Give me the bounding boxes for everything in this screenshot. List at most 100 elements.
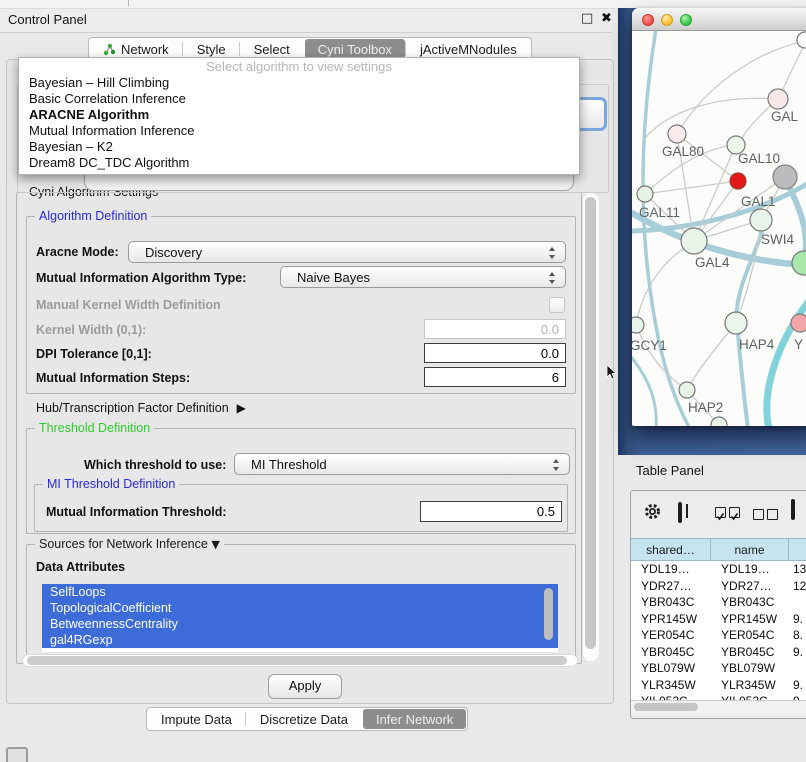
mi-steps-field[interactable]: 6: [424, 367, 566, 387]
table-row[interactable]: YER054CYER054C8.: [631, 627, 806, 644]
zoom-traffic-light-icon[interactable]: [680, 14, 692, 26]
table-column-header[interactable]: name: [711, 538, 789, 561]
apply-button[interactable]: Apply: [268, 674, 342, 699]
tab-select[interactable]: Select: [241, 39, 303, 59]
tab-network[interactable]: Network: [90, 39, 182, 59]
table-row[interactable]: YDR27…YDR27…12: [631, 578, 806, 595]
network-node-y[interactable]: [791, 314, 806, 332]
table-column-header[interactable]: [789, 538, 806, 561]
network-node-gal4[interactable]: [681, 228, 707, 254]
network-node-gcy1[interactable]: [632, 317, 644, 333]
table-cell: 8.: [789, 627, 806, 644]
manual-kernel-width-checkbox[interactable]: [549, 297, 565, 313]
hub-definition-label: Hub/Transcription Factor Definition: [36, 401, 229, 415]
aracne-mode-label: Aracne Mode:: [36, 245, 119, 259]
data-attributes-list[interactable]: SelfLoopsTopologicalCoefficientBetweenne…: [42, 584, 558, 652]
tab-style[interactable]: Style: [184, 39, 239, 59]
table-header-row: shared…name: [631, 538, 806, 561]
table-column-header[interactable]: shared…: [631, 538, 711, 561]
vertical-scroll-thumb[interactable]: [585, 197, 596, 649]
table-row[interactable]: YDL19…YDL19…13: [631, 561, 806, 578]
table-row[interactable]: YBR045CYBR045C9.: [631, 644, 806, 661]
table-cell: YDR27…: [711, 578, 789, 595]
dropdown-item-mutual-information-inference[interactable]: Mutual Information Inference: [19, 123, 579, 139]
network-node-hap2[interactable]: [679, 382, 695, 398]
network-node-gal1[interactable]: [750, 209, 772, 231]
node-label-gal80: GAL80: [662, 144, 704, 159]
network-edge[interactable]: [636, 245, 690, 325]
horizontal-scroll-thumb[interactable]: [27, 656, 567, 665]
network-window-titlebar[interactable]: [632, 8, 806, 31]
network-node-gal80[interactable]: [668, 125, 686, 143]
file-icon[interactable]: [791, 501, 795, 519]
network-edge[interactable]: [632, 353, 656, 426]
tab-discretize-data[interactable]: Discretize Data: [247, 709, 361, 729]
dropdown-item-bayesian-k2[interactable]: Bayesian – K2: [19, 139, 579, 155]
dropdown-item-basic-correlation-inference[interactable]: Basic Correlation Inference: [19, 91, 579, 107]
close-traffic-light-icon[interactable]: [642, 14, 654, 26]
tab-jactivemnodules[interactable]: jActiveMNodules: [407, 39, 530, 59]
dropdown-item-bayesian-hill-climbing[interactable]: Bayesian – Hill Climbing: [19, 75, 579, 91]
dpi-tolerance-field[interactable]: 0.0: [424, 343, 566, 363]
close-panel-icon[interactable]: ✖: [601, 11, 612, 26]
aracne-mode-combobox[interactable]: Discovery: [128, 241, 566, 263]
network-view-window[interactable]: GALGAL80GAL10GAL1GAL11GAL4SWI4GCY1HAP4YH…: [632, 8, 806, 426]
dropdown-item-aracne-algorithm[interactable]: ARACNE Algorithm: [19, 107, 579, 123]
select-all-checkboxes-icon[interactable]: [715, 507, 743, 526]
table-cell: YBR043C: [711, 594, 789, 611]
kernel-width-field[interactable]: 0.0: [424, 319, 566, 339]
table-cell: 12: [789, 578, 806, 595]
minimized-panel-icon[interactable]: [6, 747, 28, 762]
table-row[interactable]: YBR043CYBR043C: [631, 594, 806, 611]
mi-threshold-field[interactable]: 0.5: [420, 501, 562, 522]
table-row[interactable]: YPR145WYPR145W9.: [631, 611, 806, 628]
network-node-gal[interactable]: [768, 89, 788, 109]
mi-algorithm-type-label: Mutual Information Algorithm Type:: [36, 271, 246, 285]
mi-threshold-definition-title: MI Threshold Definition: [43, 477, 179, 491]
list-vertical-scrollbar[interactable]: [544, 588, 553, 640]
table-cell: YLR345W: [711, 677, 789, 694]
table-cell: YDL19…: [631, 561, 711, 578]
minimize-traffic-light-icon[interactable]: [661, 14, 673, 26]
table-hscroll-thumb[interactable]: [634, 703, 698, 711]
table-row[interactable]: YBL079WYBL079W: [631, 660, 806, 677]
attribute-item-topologicalcoefficient[interactable]: TopologicalCoefficient: [42, 600, 558, 616]
network-node-gal11[interactable]: [637, 186, 653, 202]
network-edge[interactable]: [687, 323, 736, 390]
table-horizontal-scrollbar[interactable]: [631, 700, 806, 714]
table-cell: [789, 660, 806, 677]
table-row[interactable]: YLR345WYLR345W9.: [631, 677, 806, 694]
settings-vertical-scrollbar[interactable]: [582, 193, 599, 661]
dropdown-item-dream8-dc-tdc-algorithm[interactable]: Dream8 DC_TDC Algorithm: [19, 155, 579, 171]
columns-icon[interactable]: [678, 504, 682, 522]
network-canvas[interactable]: GALGAL80GAL10GAL1GAL11GAL4SWI4GCY1HAP4YH…: [632, 31, 806, 426]
spinner-arrows-icon: [553, 458, 560, 472]
application-root: Control Panel □ ✖ NetworkStyleSelectCyni…: [0, 0, 806, 762]
algorithm-definition-title: Algorithm Definition: [35, 209, 151, 223]
attribute-item-betweennesscentrality[interactable]: BetweennessCentrality: [42, 616, 558, 632]
mi-algorithm-type-combobox[interactable]: Naive Bayes: [280, 266, 566, 288]
network-node-hap4[interactable]: [725, 312, 747, 334]
sources-group-title[interactable]: Sources for Network Inference ▼: [35, 537, 224, 551]
settings-horizontal-scrollbar[interactable]: [22, 654, 578, 667]
float-window-icon[interactable]: □: [581, 11, 593, 26]
gear-icon[interactable]: [643, 502, 662, 526]
tab-cyni-toolbox[interactable]: Cyni Toolbox: [305, 39, 405, 59]
tab-impute-data[interactable]: Impute Data: [148, 709, 245, 729]
network-graph: GALGAL80GAL10GAL1GAL11GAL4SWI4GCY1HAP4YH…: [632, 31, 806, 426]
attribute-item-gal4rgexp[interactable]: gal4RGexp: [42, 632, 558, 648]
dropdown-prompt: Select algorithm to view settings: [19, 58, 579, 75]
attribute-item-selfloops[interactable]: SelfLoops: [42, 584, 558, 600]
network-node[interactable]: [773, 165, 797, 189]
network-node-swi4[interactable]: [792, 251, 806, 275]
table-row[interactable]: YIL052CYIL052C9: [631, 693, 806, 700]
network-edge[interactable]: [645, 181, 738, 194]
node-label-hap2: HAP2: [688, 400, 723, 415]
hub-definition-disclosure[interactable]: Hub/Transcription Factor Definition▶: [36, 401, 246, 415]
tab-label: Network: [121, 42, 169, 57]
deselect-all-checkboxes-icon[interactable]: [753, 507, 781, 525]
network-node[interactable]: [797, 32, 806, 48]
network-node[interactable]: [730, 173, 746, 189]
tab-infer-network[interactable]: Infer Network: [363, 709, 466, 729]
which-threshold-combobox[interactable]: MI Threshold: [234, 453, 570, 475]
